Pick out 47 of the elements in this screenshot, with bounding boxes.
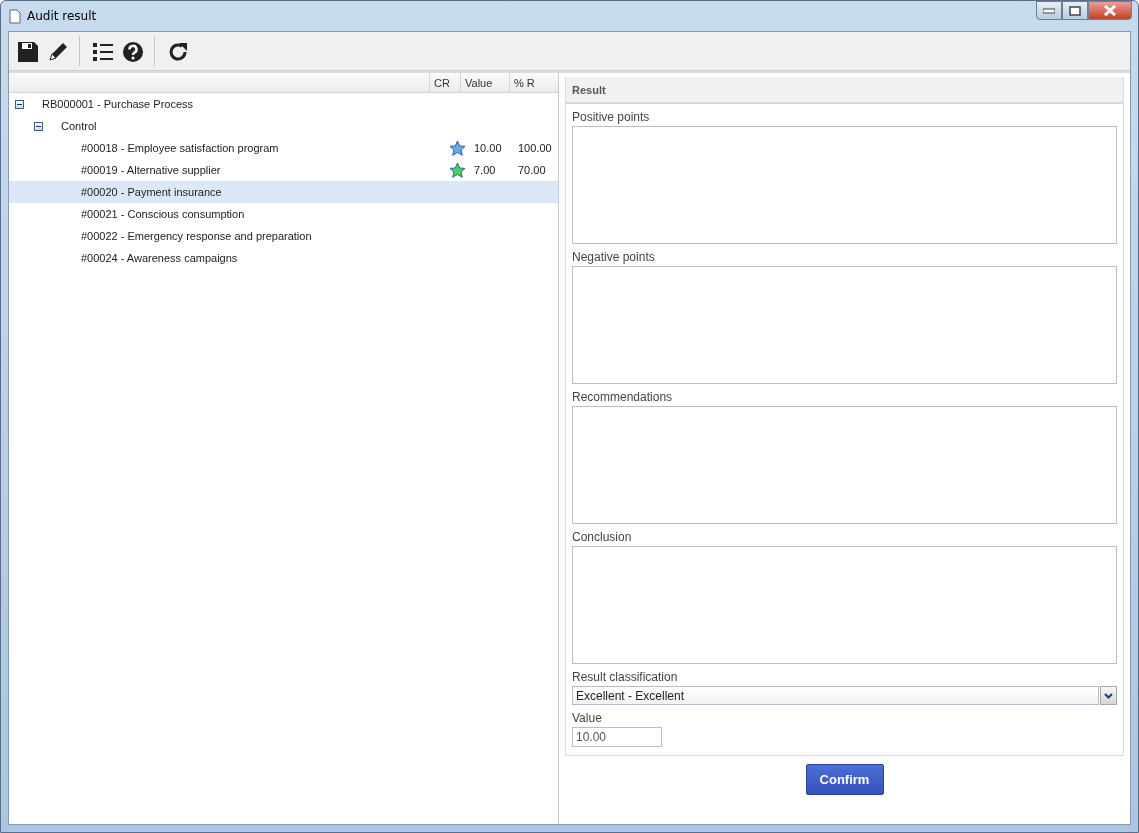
tree-item-label: #00019 - Alternative supplier <box>81 164 221 176</box>
confirm-button[interactable]: Confirm <box>805 764 884 795</box>
expand-toggle[interactable] <box>34 121 43 131</box>
tree-item-label: #00024 - Awareness campaigns <box>81 252 238 264</box>
minimize-button[interactable] <box>1036 1 1062 20</box>
chevron-down-icon <box>1104 692 1113 699</box>
maximize-icon <box>1069 5 1081 16</box>
tree-item-label: #00022 - Emergency response and preparation <box>81 230 312 242</box>
document-icon <box>9 8 21 24</box>
classification-dropdown[interactable]: Excellent - Excellent <box>572 686 1099 705</box>
tree-row[interactable]: #00019 - Alternative supplier 7.00 70.00 <box>9 159 558 181</box>
close-button[interactable] <box>1088 1 1132 20</box>
tree-item-label: #00021 - Conscious consumption <box>81 208 245 220</box>
save-button[interactable] <box>15 39 39 63</box>
tree-row[interactable]: #00022 - Emergency response and preparation <box>9 225 558 247</box>
field-label: Positive points <box>572 110 651 124</box>
column-header: Value <box>460 73 509 92</box>
value-field[interactable]: 10.00 <box>572 727 662 747</box>
tree-row[interactable]: #00024 - Awareness campaigns <box>9 247 558 269</box>
tree-item-label: #00020 - Payment insurance <box>81 186 222 198</box>
minimize-icon <box>1043 7 1055 14</box>
field-label: Result classification <box>572 670 679 684</box>
value-cell-text: 7.00 <box>473 164 496 176</box>
tree-row[interactable]: Control <box>9 115 558 137</box>
dropdown-button[interactable] <box>1100 686 1117 705</box>
value-cell-text: 10.00 <box>473 142 502 154</box>
tree-row[interactable]: #00018 - Employee satisfaction program 10.00 100.00 <box>9 137 558 159</box>
field-label: Conclusion <box>572 530 633 544</box>
percent-cell-text: 100.00 <box>517 142 552 154</box>
field-label: Recommendations <box>572 390 674 404</box>
field-label: Negative points <box>572 250 656 264</box>
column-header: % R <box>509 73 558 92</box>
percent-cell-text: 70.00 <box>517 164 546 176</box>
tree-row[interactable]: #00020 - Payment insurance <box>9 181 558 203</box>
maximize-button[interactable] <box>1062 1 1088 20</box>
field-label: Value <box>572 711 603 725</box>
help-button[interactable] <box>120 39 144 63</box>
close-icon <box>1103 5 1117 16</box>
expand-toggle[interactable] <box>15 99 24 109</box>
window-title: Audit result <box>27 9 98 23</box>
panel-title: Result <box>566 77 1123 104</box>
tree-item-label: #00018 - Employee satisfaction program <box>81 142 279 154</box>
tree-item-label: Control <box>61 120 97 132</box>
tree-row[interactable]: RB000001 - Purchase Process <box>9 93 558 115</box>
tree-item-label: RB000001 - Purchase Process <box>42 98 194 110</box>
tree-row[interactable]: #00021 - Conscious consumption <box>9 203 558 225</box>
column-header: CR <box>429 73 460 92</box>
